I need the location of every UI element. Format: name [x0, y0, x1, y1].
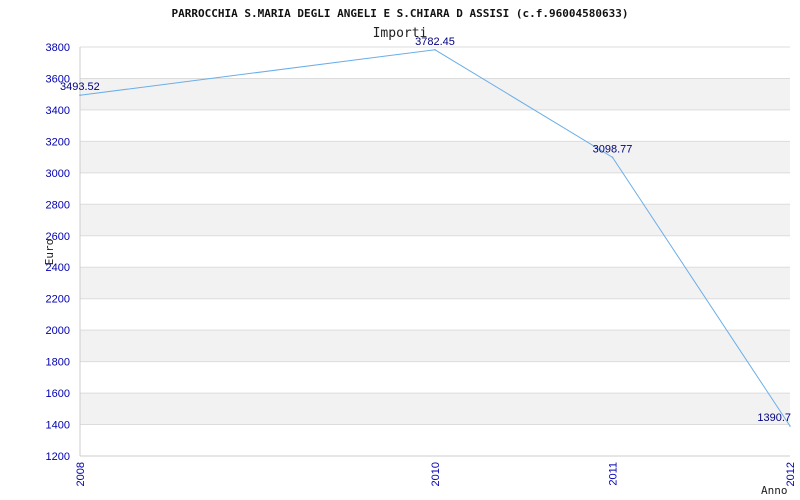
y-tick-label: 1600 [46, 388, 70, 400]
y-axis-label: Euro [43, 239, 56, 266]
x-tick-label: 2012 [785, 462, 797, 486]
y-tick-label: 2800 [46, 199, 70, 211]
y-tick-label: 3800 [46, 42, 70, 54]
data-point [611, 156, 614, 159]
grid-band [80, 141, 790, 173]
data-point [79, 94, 81, 97]
x-tick-label: 2011 [608, 462, 620, 486]
x-axis-ticks: 2008 2010 2011 2012 [75, 462, 797, 486]
y-tick-label: 3400 [46, 105, 70, 117]
grid-band [80, 267, 790, 299]
chart-subtitle: Importi [373, 26, 428, 41]
grid-band [80, 330, 790, 362]
chart-title: PARROCCHIA S.MARIA DEGLI ANGELI E S.CHIA… [172, 7, 629, 20]
grid-band [80, 393, 790, 425]
data-label: 3098.77 [593, 143, 633, 155]
data-point [789, 425, 791, 427]
y-tick-label: 1200 [46, 451, 70, 463]
x-axis-label: Anno [761, 484, 788, 497]
background-bands [80, 78, 790, 425]
data-point [434, 48, 436, 51]
y-tick-label: 3000 [46, 168, 70, 180]
line-chart: 1200140016001800200022002400260028003000… [43, 7, 797, 497]
data-label: 1390.7 [757, 412, 791, 424]
y-tick-label: 2200 [46, 294, 70, 306]
grid-band [80, 204, 790, 236]
y-tick-label: 2000 [46, 325, 70, 337]
x-tick-label: 2008 [75, 462, 87, 486]
data-label: 3493.52 [60, 81, 100, 93]
y-tick-label: 3200 [46, 136, 70, 148]
y-tick-label: 1800 [46, 357, 70, 369]
x-tick-label: 2010 [430, 462, 442, 486]
grid-band [80, 78, 790, 110]
y-tick-label: 1400 [46, 420, 70, 432]
